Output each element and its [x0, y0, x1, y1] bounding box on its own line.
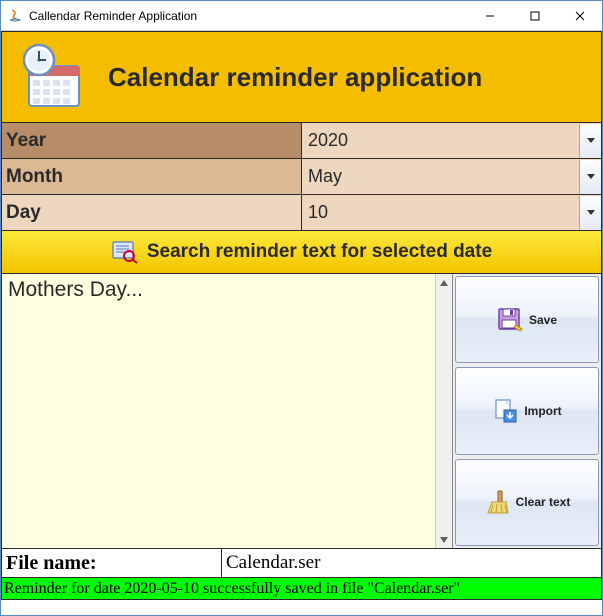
import-button[interactable]: Import	[455, 367, 599, 454]
day-combo[interactable]: 10	[302, 195, 601, 230]
year-row: Year 2020	[1, 123, 602, 159]
java-icon	[7, 8, 23, 24]
clear-label: Clear text	[516, 495, 571, 509]
save-label: Save	[529, 313, 557, 327]
year-value: 2020	[302, 130, 579, 151]
month-value: May	[302, 166, 579, 187]
minimize-button[interactable]	[467, 1, 512, 30]
middle-panel: Save Import	[1, 274, 602, 549]
app-window: Callendar Reminder Application	[0, 0, 603, 616]
status-message: Reminder for date 2020-05-10 successfull…	[4, 580, 460, 598]
month-combo[interactable]: May	[302, 159, 601, 194]
filename-input[interactable]	[222, 549, 601, 577]
reminder-textarea[interactable]	[2, 274, 435, 548]
day-label: Day	[2, 195, 302, 230]
status-bar: Reminder for date 2020-05-10 successfull…	[1, 578, 602, 600]
floppy-icon	[497, 307, 523, 333]
import-icon	[492, 398, 518, 424]
search-button[interactable]: Search reminder text for selected date	[1, 231, 602, 274]
scroll-track[interactable]	[436, 291, 452, 531]
scroll-down-icon[interactable]	[436, 531, 452, 548]
scrollbar[interactable]	[435, 274, 452, 548]
app-title: Calendar reminder application	[108, 62, 482, 93]
chevron-down-icon	[579, 124, 601, 158]
year-combo[interactable]: 2020	[302, 123, 601, 158]
text-area-wrap	[2, 274, 453, 548]
import-label: Import	[524, 404, 561, 418]
broom-icon	[484, 489, 510, 515]
scroll-up-icon[interactable]	[436, 274, 452, 291]
month-label: Month	[2, 159, 302, 194]
save-button[interactable]: Save	[455, 276, 599, 363]
chevron-down-icon	[579, 160, 601, 194]
year-label: Year	[2, 123, 302, 158]
filename-label: File name:	[2, 549, 222, 577]
window-title: Callendar Reminder Application	[29, 9, 467, 23]
close-button[interactable]	[557, 1, 602, 30]
search-list-icon	[111, 240, 139, 264]
calendar-clock-icon	[2, 31, 102, 123]
file-row: File name:	[1, 549, 602, 578]
clear-button[interactable]: Clear text	[455, 459, 599, 546]
titlebar: Callendar Reminder Application	[1, 1, 602, 31]
search-label: Search reminder text for selected date	[147, 241, 492, 263]
header: Calendar reminder application	[1, 31, 602, 123]
maximize-button[interactable]	[512, 1, 557, 30]
chevron-down-icon	[579, 196, 601, 230]
month-row: Month May	[1, 159, 602, 195]
day-value: 10	[302, 202, 579, 223]
day-row: Day 10	[1, 195, 602, 231]
button-column: Save Import	[453, 274, 601, 548]
